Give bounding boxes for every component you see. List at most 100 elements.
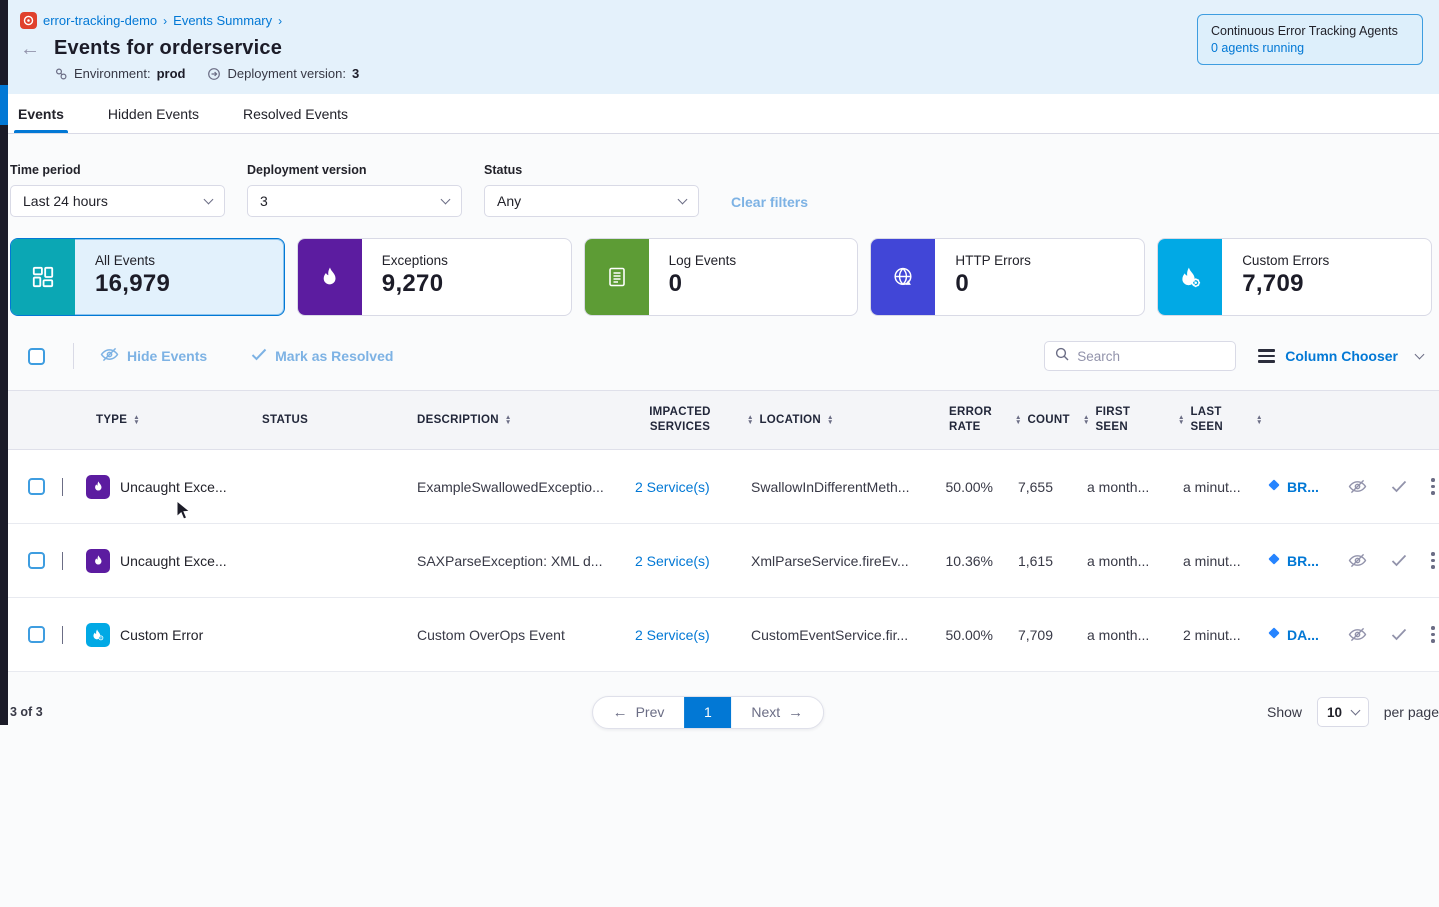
row-checkbox[interactable] xyxy=(28,478,45,495)
resolve-event-icon[interactable] xyxy=(1391,480,1407,493)
chevron-right-icon[interactable] xyxy=(62,478,63,496)
environment-icon xyxy=(54,67,68,81)
column-chooser-button[interactable]: Column Chooser xyxy=(1258,348,1423,364)
tab-resolved-events[interactable]: Resolved Events xyxy=(243,94,348,133)
last-seen: a minut... xyxy=(1158,553,1244,569)
ticket-link[interactable]: BR... xyxy=(1244,552,1314,569)
search-box xyxy=(1044,341,1236,371)
deployment-version-icon xyxy=(207,67,221,81)
sort-icon[interactable] xyxy=(1256,415,1262,425)
col-header-last-seen[interactable]: LAST SEEN xyxy=(1158,405,1244,435)
ticket-link[interactable]: BR... xyxy=(1244,478,1314,495)
breadcrumb-project-link[interactable]: error-tracking-demo xyxy=(43,13,157,28)
chevron-right-icon[interactable] xyxy=(62,552,63,570)
table-row[interactable]: Custom Error Custom OverOps Event 2 Serv… xyxy=(0,598,1439,672)
breadcrumb-events-summary-link[interactable]: Events Summary xyxy=(173,13,272,28)
impacted-services-link[interactable]: 2 Service(s) xyxy=(625,627,735,643)
environment-meta: Environment: prod xyxy=(54,66,185,81)
row-menu-icon[interactable] xyxy=(1431,552,1435,569)
deployment-value: 3 xyxy=(352,66,359,81)
agents-running-link[interactable]: 0 agents running xyxy=(1211,41,1409,55)
chevron-down-icon xyxy=(678,195,688,205)
row-menu-icon[interactable] xyxy=(1431,478,1435,495)
col-header-count[interactable]: COUNT xyxy=(995,413,1063,428)
event-type: Custom Error xyxy=(120,627,203,643)
mark-resolved-button[interactable]: Mark as Resolved xyxy=(251,348,393,364)
col-header-first-seen[interactable]: FIRST SEEN xyxy=(1063,405,1158,435)
row-checkbox[interactable] xyxy=(28,626,45,643)
jira-icon xyxy=(1267,626,1281,643)
card-value: 7,709 xyxy=(1242,270,1329,298)
deployment-version-select[interactable]: 3 xyxy=(247,185,462,217)
select-all-checkbox[interactable] xyxy=(28,348,45,365)
agents-status-box[interactable]: Continuous Error Tracking Agents 0 agent… xyxy=(1197,14,1423,65)
page-size-select[interactable]: 10 xyxy=(1317,697,1369,727)
sort-icon[interactable] xyxy=(505,415,511,425)
card-http-errors[interactable]: HTTP Errors 0 xyxy=(870,238,1145,316)
eye-slash-icon xyxy=(100,347,119,365)
sort-icon[interactable] xyxy=(133,415,139,425)
tab-hidden-events[interactable]: Hidden Events xyxy=(108,94,199,133)
tab-events[interactable]: Events xyxy=(18,94,64,133)
impacted-services-link[interactable]: 2 Service(s) xyxy=(625,553,735,569)
event-count: 7,655 xyxy=(995,479,1063,495)
last-seen: a minut... xyxy=(1158,479,1244,495)
error-rate: 50.00% xyxy=(925,627,995,643)
event-description: ExampleSwallowedExceptio... xyxy=(405,479,625,495)
status-value: Any xyxy=(497,193,521,209)
sort-icon[interactable] xyxy=(1178,415,1184,425)
breadcrumb-separator: › xyxy=(278,14,282,28)
impacted-services-link[interactable]: 2 Service(s) xyxy=(625,479,735,495)
search-input[interactable] xyxy=(1077,349,1225,364)
card-value: 0 xyxy=(669,270,737,298)
flame-icon xyxy=(298,239,362,315)
card-log-events[interactable]: Log Events 0 xyxy=(584,238,859,316)
error-rate: 10.36% xyxy=(925,553,995,569)
flame-icon xyxy=(86,475,110,499)
hide-event-icon[interactable] xyxy=(1348,553,1367,568)
table-row[interactable]: Uncaught Exce... SAXParseException: XML … xyxy=(0,524,1439,598)
hide-events-button[interactable]: Hide Events xyxy=(100,347,207,365)
status-select[interactable]: Any xyxy=(484,185,699,217)
card-label: Exceptions xyxy=(382,253,448,268)
col-header-ticket[interactable] xyxy=(1244,415,1314,425)
page-1-button[interactable]: 1 xyxy=(684,697,731,728)
resolve-event-icon[interactable] xyxy=(1391,554,1407,567)
event-type: Uncaught Exce... xyxy=(120,479,227,495)
clear-filters-button[interactable]: Clear filters xyxy=(731,194,808,210)
next-page-button[interactable]: Next xyxy=(731,697,823,728)
col-header-location[interactable]: LOCATION xyxy=(735,413,925,428)
breadcrumb-separator: › xyxy=(163,14,167,28)
sort-icon[interactable] xyxy=(827,415,833,425)
time-period-value: Last 24 hours xyxy=(23,193,108,209)
row-menu-icon[interactable] xyxy=(1431,626,1435,643)
chevron-down-icon xyxy=(441,195,451,205)
card-all-events[interactable]: All Events 16,979 xyxy=(10,238,285,316)
sort-icon[interactable] xyxy=(1083,415,1089,425)
card-custom-errors[interactable]: Custom Errors 7,709 xyxy=(1157,238,1432,316)
hide-event-icon[interactable] xyxy=(1348,479,1367,494)
col-header-description[interactable]: DESCRIPTION xyxy=(405,413,625,428)
ticket-link[interactable]: DA... xyxy=(1244,626,1314,643)
chevron-right-icon[interactable] xyxy=(62,626,63,644)
resolve-event-icon[interactable] xyxy=(1391,628,1407,641)
col-header-type[interactable]: TYPE xyxy=(84,413,250,428)
nav-active-indicator xyxy=(0,85,8,125)
last-seen: 2 minut... xyxy=(1158,627,1244,643)
first-seen: a month... xyxy=(1063,479,1158,495)
event-description: SAXParseException: XML d... xyxy=(405,553,625,569)
deployment-version-value: 3 xyxy=(260,193,268,209)
sort-icon[interactable] xyxy=(747,415,753,425)
row-checkbox[interactable] xyxy=(28,552,45,569)
back-arrow-icon[interactable]: ← xyxy=(20,39,42,59)
mark-resolved-label: Mark as Resolved xyxy=(275,348,393,364)
col-header-status: STATUS xyxy=(250,413,405,428)
prev-page-button[interactable]: Prev xyxy=(593,697,685,728)
collapsed-nav-strip xyxy=(0,0,8,725)
page-summary: 3 of 3 xyxy=(10,705,43,719)
card-exceptions[interactable]: Exceptions 9,270 xyxy=(297,238,572,316)
time-period-select[interactable]: Last 24 hours xyxy=(10,185,225,217)
sort-icon[interactable] xyxy=(1015,415,1021,425)
table-row[interactable]: Uncaught Exce... ExampleSwallowedExcepti… xyxy=(0,450,1439,524)
hide-event-icon[interactable] xyxy=(1348,627,1367,642)
